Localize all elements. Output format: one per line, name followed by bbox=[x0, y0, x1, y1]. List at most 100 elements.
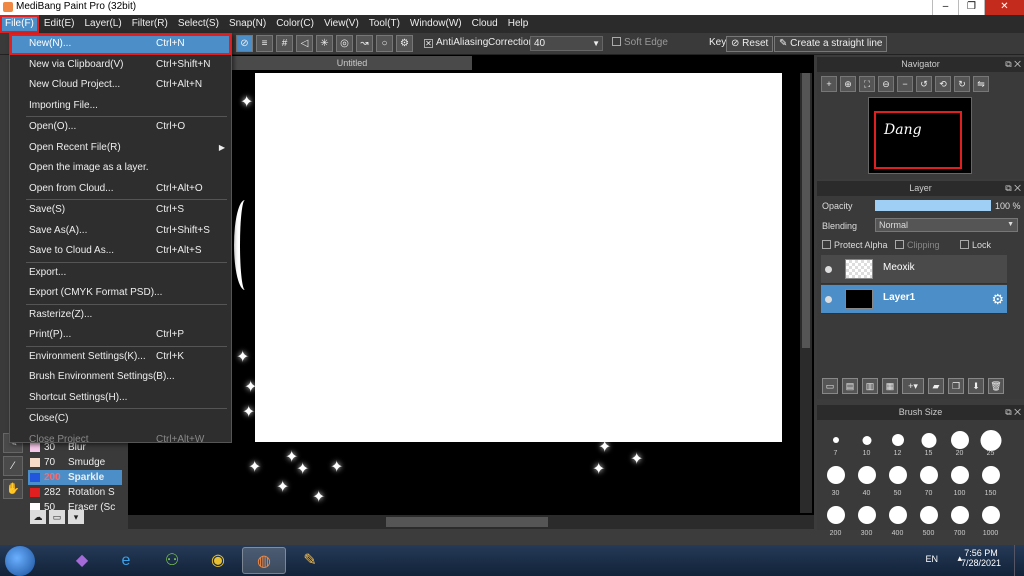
vertical-scroll-thumb[interactable] bbox=[802, 73, 810, 348]
blending-select[interactable]: Normal ▼ bbox=[875, 218, 1018, 232]
chrome-icon[interactable]: ◉ bbox=[196, 547, 240, 574]
new-folder-icon[interactable]: ▰ bbox=[928, 378, 944, 394]
file-menu-item[interactable]: Close(C) bbox=[10, 409, 231, 430]
menu-filter[interactable]: Filter(R) bbox=[127, 15, 173, 33]
navigator-preview[interactable]: Dang bbox=[868, 97, 972, 174]
rotate-left-icon[interactable]: ↺ bbox=[916, 76, 932, 92]
visual-studio-icon[interactable]: ◆ bbox=[60, 547, 104, 574]
snap-settings-gear-icon[interactable]: ⚙ bbox=[396, 35, 413, 52]
brush-list-item[interactable]: 70 Smudge bbox=[28, 455, 122, 470]
menu-help[interactable]: Help bbox=[503, 15, 534, 33]
file-menu-item[interactable]: Save As(A)... Ctrl+Shift+S bbox=[10, 221, 231, 242]
curve-snap-icon[interactable]: ↝ bbox=[356, 35, 373, 52]
internet-explorer-icon[interactable]: e bbox=[104, 547, 148, 574]
brush-size-option[interactable]: 50 bbox=[882, 460, 913, 500]
maximize-button[interactable]: ❐ bbox=[958, 0, 984, 15]
file-menu-item[interactable]: Save(S) Ctrl+S bbox=[10, 200, 231, 221]
duplicate-layer-icon[interactable]: ❐ bbox=[948, 378, 964, 394]
clock[interactable]: 7:56 PM 7/28/2021 bbox=[956, 548, 1006, 568]
concentric-snap-icon[interactable]: ◎ bbox=[336, 35, 353, 52]
zoom-in-icon[interactable]: + bbox=[821, 76, 837, 92]
visibility-icon[interactable] bbox=[825, 296, 832, 303]
brush-size-option[interactable]: 70 bbox=[913, 460, 944, 500]
menu-window[interactable]: Window(W) bbox=[405, 15, 467, 33]
file-menu-item[interactable]: Save to Cloud As... Ctrl+Alt+S bbox=[10, 241, 231, 262]
brush-size-option[interactable]: 700 bbox=[944, 500, 975, 540]
file-menu-item[interactable]: New(N)... Ctrl+N bbox=[10, 34, 231, 55]
file-menu-item[interactable]: Rasterize(Z)... bbox=[10, 305, 231, 326]
add-layer-menu-icon[interactable]: +▾ bbox=[902, 378, 924, 394]
visibility-icon[interactable] bbox=[825, 266, 832, 273]
file-menu-item[interactable]: Open the image as a layer. bbox=[10, 158, 231, 179]
menu-cloud[interactable]: Cloud bbox=[467, 15, 503, 33]
brush-size-option[interactable]: 10 bbox=[851, 420, 882, 460]
new-1bit-layer-icon[interactable]: ▦ bbox=[882, 378, 898, 394]
app-icon-green[interactable]: ⚇ bbox=[150, 547, 194, 574]
horizontal-scrollbar[interactable] bbox=[128, 515, 814, 529]
file-menu-item[interactable]: Brush Environment Settings(B)... bbox=[10, 367, 231, 388]
layer-settings-gear-icon[interactable]: ⚙ bbox=[991, 291, 1004, 308]
panel-controls-icon[interactable]: ⧉ ✕ bbox=[1005, 405, 1021, 420]
zoom-in-alt-icon[interactable]: ⊕ bbox=[840, 76, 856, 92]
hand-tool-icon[interactable]: ✋ bbox=[3, 479, 23, 499]
clipping-checkbox[interactable]: Clipping bbox=[895, 240, 940, 250]
menu-snap[interactable]: Snap(N) bbox=[224, 15, 271, 33]
file-menu-item[interactable]: New via Clipboard(V) Ctrl+Shift+N bbox=[10, 55, 231, 76]
panel-controls-icon[interactable]: ⧉ ✕ bbox=[1005, 57, 1021, 72]
paint-icon[interactable]: ✎ bbox=[288, 547, 332, 574]
menu-view[interactable]: View(V) bbox=[319, 15, 364, 33]
file-menu-item[interactable]: Export... bbox=[10, 263, 231, 284]
soft-edge-checkbox[interactable]: Soft Edge bbox=[612, 37, 668, 48]
zoom-actual-icon[interactable]: − bbox=[897, 76, 913, 92]
flip-icon[interactable]: ⇋ bbox=[973, 76, 989, 92]
menu-select[interactable]: Select(S) bbox=[173, 15, 224, 33]
file-menu-item[interactable]: Shortcut Settings(H)... bbox=[10, 388, 231, 409]
reset-button[interactable]: ⊘ Reset bbox=[726, 36, 774, 52]
file-menu-item[interactable]: Open Recent File(R) ▶ bbox=[10, 138, 231, 159]
protect-alpha-checkbox[interactable]: Protect Alpha bbox=[822, 240, 888, 250]
new-brush-icon[interactable]: ▭ bbox=[49, 510, 65, 524]
cloud-brush-icon[interactable]: ☁ bbox=[30, 510, 46, 524]
new-layer-icon[interactable]: ▭ bbox=[822, 378, 838, 394]
brush-size-option[interactable]: 30 bbox=[820, 460, 851, 500]
brush-size-option[interactable]: 100 bbox=[944, 460, 975, 500]
delete-layer-icon[interactable]: 🗑 bbox=[988, 378, 1004, 394]
opacity-slider[interactable] bbox=[875, 200, 991, 211]
close-button[interactable]: ✕ bbox=[984, 0, 1024, 15]
eyedropper-tool-icon[interactable]: ⁄ bbox=[3, 456, 23, 476]
medibang-icon[interactable]: ◍ bbox=[242, 547, 286, 574]
rotate-right-icon[interactable]: ↻ bbox=[954, 76, 970, 92]
straight-line-button[interactable]: ✎ Create a straight line bbox=[774, 36, 888, 52]
file-menu-item[interactable]: Importing File... bbox=[10, 96, 231, 117]
minimize-button[interactable]: – bbox=[932, 0, 958, 15]
menu-edit[interactable]: Edit(E) bbox=[39, 15, 80, 33]
new-8bit-layer-icon[interactable]: ▥ bbox=[862, 378, 878, 394]
brush-size-option[interactable]: 15 bbox=[913, 420, 944, 460]
brush-size-option[interactable]: 40 bbox=[851, 460, 882, 500]
language-indicator[interactable]: EN bbox=[925, 554, 938, 564]
add-brush-icon[interactable]: ▾ bbox=[68, 510, 84, 524]
document-canvas[interactable] bbox=[255, 73, 782, 442]
start-button[interactable] bbox=[5, 546, 35, 576]
document-tab[interactable]: Untitled bbox=[232, 56, 472, 70]
brush-size-option[interactable]: 12 bbox=[882, 420, 913, 460]
radial-snap-icon[interactable]: ✳ bbox=[316, 35, 333, 52]
brush-size-option[interactable]: 200 bbox=[820, 500, 851, 540]
zoom-out-icon[interactable]: ⊖ bbox=[878, 76, 894, 92]
antialiasing-checkbox[interactable]: ✕ AntiAliasing bbox=[424, 37, 488, 48]
layer-row-meoxik[interactable]: Meoxik bbox=[821, 255, 1007, 284]
circle-snap-icon[interactable]: ○ bbox=[376, 35, 393, 52]
file-menu-item[interactable]: Export (CMYK Format PSD)... bbox=[10, 283, 231, 304]
fit-icon[interactable]: ⛶ bbox=[859, 76, 875, 92]
brush-size-option[interactable]: 400 bbox=[882, 500, 913, 540]
panel-controls-icon[interactable]: ⧉ ✕ bbox=[1005, 181, 1021, 196]
menu-file[interactable]: File(F) bbox=[0, 15, 39, 33]
file-menu-item[interactable]: Print(P)... Ctrl+P bbox=[10, 325, 231, 346]
merge-layer-icon[interactable]: ⬇ bbox=[968, 378, 984, 394]
file-menu-item[interactable]: Open(O)... Ctrl+O bbox=[10, 117, 231, 138]
brush-list-item[interactable]: 282 Rotation S bbox=[28, 485, 122, 500]
perspective-snap-icon[interactable]: ◁ bbox=[296, 35, 313, 52]
new-halftone-layer-icon[interactable]: ▤ bbox=[842, 378, 858, 394]
layer-row-layer1[interactable]: Layer1 ⚙ bbox=[821, 285, 1007, 314]
brush-size-option[interactable]: 7 bbox=[820, 420, 851, 460]
